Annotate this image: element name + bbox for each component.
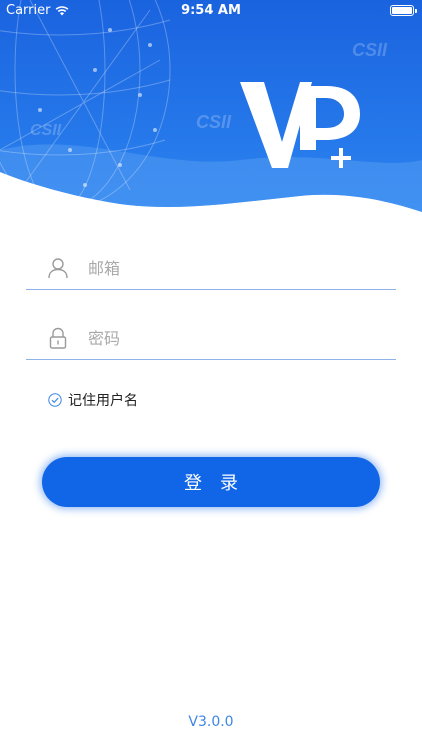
remember-username-toggle[interactable]: 记住用户名 [48, 390, 138, 410]
password-field-row [26, 320, 396, 360]
email-input[interactable] [88, 254, 378, 282]
header-banner: CSII CSII CSII Carrier 9:54 AM [0, 0, 422, 215]
login-button[interactable]: 登录 [42, 457, 380, 507]
remember-username-label: 记住用户名 [68, 393, 138, 409]
email-field-row [26, 250, 396, 290]
battery-icon [390, 5, 417, 16]
checkbox-checked-icon[interactable] [48, 393, 62, 407]
watermark-1: CSII [352, 40, 388, 60]
version-label: V3.0.0 [188, 714, 234, 730]
status-bar: Carrier 9:54 AM [0, 0, 422, 22]
user-icon [48, 258, 68, 279]
status-time: 9:54 AM [181, 3, 241, 18]
lock-icon [49, 327, 67, 349]
header-background [0, 0, 422, 212]
watermark-2: CSII [196, 112, 232, 132]
watermark-3: CSII [30, 122, 62, 139]
password-input[interactable] [88, 324, 378, 352]
